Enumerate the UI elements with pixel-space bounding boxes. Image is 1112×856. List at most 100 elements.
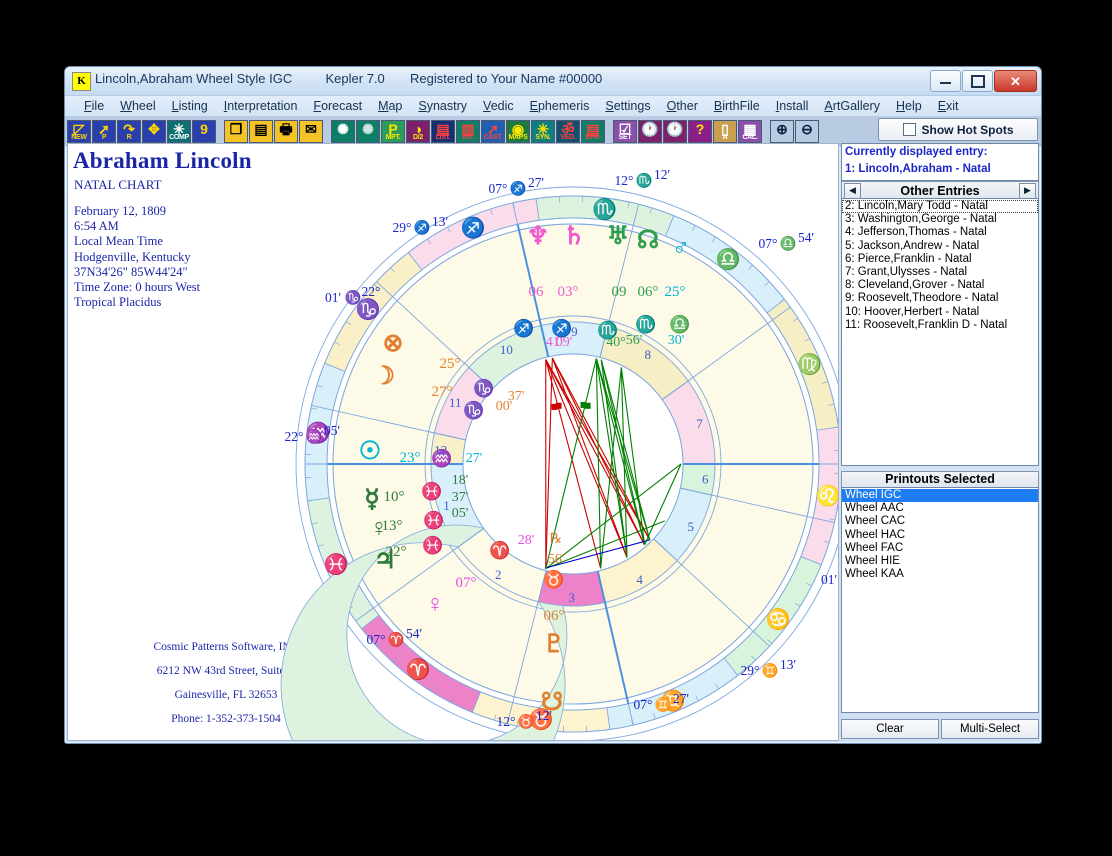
toolbar-composite-chart-button[interactable]: ✳COMP bbox=[167, 120, 191, 143]
menu-item-other[interactable]: Other bbox=[659, 98, 706, 114]
chart-pane[interactable]: Abraham Lincoln NATAL CHART February 12,… bbox=[67, 143, 839, 741]
zodiac-glyph-♍: ♍ bbox=[797, 352, 822, 376]
cusp-minutes: 05' bbox=[324, 423, 340, 438]
relationship-chart-icon: ✥ bbox=[143, 121, 165, 137]
list-item[interactable]: 2: Lincoln,Mary Todd - Natal bbox=[842, 200, 1038, 213]
toolbar-wheel-chart-2-button[interactable]: ✺ bbox=[356, 120, 380, 143]
toolbar-listing-button[interactable]: ▤LIST. bbox=[431, 120, 455, 143]
menu-item-interpretation[interactable]: Interpretation bbox=[216, 98, 306, 114]
planet-degree: 09 bbox=[612, 284, 627, 300]
toolbar-transits-button[interactable]: 🕐 bbox=[663, 120, 687, 143]
toolbar-vedic-button[interactable]: ॐVED. bbox=[556, 120, 580, 143]
toolbar-open-window-button[interactable]: ❐ bbox=[224, 120, 248, 143]
list-item[interactable]: Wheel IGC bbox=[842, 489, 1038, 502]
toolbar-forecast-cast-button[interactable]: ➚CAST. bbox=[481, 120, 505, 143]
list-item[interactable]: 8: Cleveland,Grover - Natal bbox=[842, 279, 1038, 292]
planet-minutes: 27' bbox=[466, 451, 483, 466]
scroll-left-button[interactable]: ◀ bbox=[844, 183, 861, 199]
list-item[interactable]: Wheel HIE bbox=[842, 555, 1038, 568]
toolbar-maps-button[interactable]: ◉MAPS bbox=[506, 120, 530, 143]
list-item[interactable]: 6: Pierce,Franklin - Natal bbox=[842, 253, 1038, 266]
multi-select-button[interactable]: Multi-Select bbox=[941, 719, 1039, 739]
menu-item-listing[interactable]: Listing bbox=[164, 98, 216, 114]
toolbar-new-chart-button[interactable]: ◸NEW bbox=[67, 120, 91, 143]
toolbar-calendar-button[interactable]: ▦CAL. bbox=[738, 120, 762, 143]
astrology-wheel[interactable]: ♈♉♊♋♌♍♎♏♐♑♒♓ 07°♐27'12°♏12'07°♎54'22°♌05… bbox=[68, 144, 838, 740]
menu-item-file[interactable]: File bbox=[76, 98, 112, 114]
clear-button[interactable]: Clear bbox=[841, 719, 939, 739]
list-item[interactable]: Wheel CAC bbox=[842, 515, 1038, 528]
toolbar-synastry-button[interactable]: ✳SYN. bbox=[531, 120, 555, 143]
menu-item-forecast[interactable]: Forecast bbox=[305, 98, 370, 114]
house-number: 5 bbox=[687, 519, 694, 534]
close-button[interactable]: ✕ bbox=[994, 70, 1037, 92]
menu-item-artgallery[interactable]: ArtGallery bbox=[816, 98, 888, 114]
toolbar-help-question-button[interactable]: ? bbox=[688, 120, 712, 143]
toolbar-email-chart-button[interactable]: ✉ bbox=[299, 120, 323, 143]
cusp-minutes: 12' bbox=[654, 167, 670, 182]
toolbar-zoom-in-button[interactable]: ⊕ bbox=[770, 120, 794, 143]
menu-item-settings[interactable]: Settings bbox=[597, 98, 658, 114]
toolbar-return-chart-button[interactable]: ↷R bbox=[117, 120, 141, 143]
menu-item-ephemeris[interactable]: Ephemeris bbox=[522, 98, 598, 114]
planet-glyph: ⊗ bbox=[383, 330, 404, 357]
window-body: Abraham Lincoln NATAL CHART February 12,… bbox=[67, 143, 1039, 741]
hot-spots-checkbox[interactable] bbox=[903, 123, 916, 136]
menu-item-birthfile[interactable]: BirthFile bbox=[706, 98, 768, 114]
list-item[interactable]: 5: Jackson,Andrew - Natal bbox=[842, 240, 1038, 253]
menu-item-install[interactable]: Install bbox=[768, 98, 817, 114]
toolbar-clock-button[interactable]: 🕐 bbox=[638, 120, 662, 143]
toolbar-relationship-chart-button[interactable]: ✥ bbox=[142, 120, 166, 143]
menu-item-wheel[interactable]: Wheel bbox=[112, 98, 163, 114]
toolbar-print-chart-button[interactable]: 🖶 bbox=[274, 120, 298, 143]
minimize-button[interactable] bbox=[930, 70, 961, 92]
planet-degree: 07° bbox=[456, 575, 477, 591]
toolbar-wheel-chart-button[interactable]: ✺ bbox=[331, 120, 355, 143]
menu-item-map[interactable]: Map bbox=[370, 98, 410, 114]
planet-glyph: ☊ bbox=[637, 227, 659, 254]
list-item[interactable]: 11: Roosevelt,Franklin D - Natal bbox=[842, 319, 1038, 332]
list-item[interactable]: 9: Roosevelt,Theodore - Natal bbox=[842, 292, 1038, 305]
toolbar-midpoint-listing-button[interactable]: PMPT. bbox=[381, 120, 405, 143]
planet-minutes: 18' bbox=[452, 473, 469, 488]
toolbar-zoom-out-button[interactable]: ⊖ bbox=[795, 120, 819, 143]
list-item[interactable]: Wheel AAC bbox=[842, 502, 1038, 515]
zodiac-glyph-♋: ♋ bbox=[766, 607, 791, 631]
planet-glyph: ♅ bbox=[607, 223, 629, 250]
list-item[interactable]: Wheel KAA bbox=[842, 568, 1038, 581]
toolbar-harmonic-chart-button[interactable]: 9 bbox=[192, 120, 216, 143]
side-pane: Currently displayed entry: 1: Lincoln,Ab… bbox=[841, 143, 1039, 741]
scroll-right-button[interactable]: ▶ bbox=[1019, 183, 1036, 199]
menu-item-exit[interactable]: Exit bbox=[930, 98, 967, 114]
list-item[interactable]: 4: Jefferson,Thomas - Natal bbox=[842, 226, 1038, 239]
list-item[interactable]: 3: Washington,George - Natal bbox=[842, 213, 1038, 226]
title-chart-name: Lincoln,Abraham Wheel Style IGC bbox=[95, 71, 292, 86]
printouts-list[interactable]: Wheel IGCWheel AACWheel CACWheel HACWhee… bbox=[841, 487, 1039, 713]
list-item[interactable]: 10: Hoover,Herbert - Natal bbox=[842, 306, 1038, 319]
toolbar-art-gallery-button[interactable]: ▯A bbox=[713, 120, 737, 143]
menu-item-help[interactable]: Help bbox=[888, 98, 930, 114]
list-item[interactable]: Wheel HAC bbox=[842, 529, 1038, 542]
toolbar-label: MPT. bbox=[385, 134, 402, 142]
toolbar-interpretation-button[interactable]: ▥INT. bbox=[456, 120, 480, 143]
menu-item-synastry[interactable]: Synastry bbox=[410, 98, 475, 114]
planet-degree: 10° bbox=[384, 489, 405, 505]
cusp-degrees: 07° bbox=[759, 236, 778, 251]
cusp-sign: ♐ bbox=[414, 219, 431, 235]
list-item[interactable]: Wheel FAC bbox=[842, 542, 1038, 555]
minimize-icon bbox=[940, 79, 951, 84]
cusp-degrees: 12° bbox=[615, 173, 634, 188]
toolbar-aspect-grid-button[interactable]: ◑D/2 bbox=[406, 120, 430, 143]
toolbar-ephemeris-button[interactable]: ▤EPH. bbox=[581, 120, 605, 143]
planet-minutes: 40° bbox=[606, 335, 626, 350]
cusp-minutes: 22° bbox=[362, 284, 381, 299]
toolbar-settings-button[interactable]: ☑SET bbox=[613, 120, 637, 143]
other-entries-list[interactable]: 2: Lincoln,Mary Todd - Natal3: Washingto… bbox=[841, 198, 1039, 466]
harmonic-chart-icon: 9 bbox=[193, 121, 215, 137]
maximize-button[interactable] bbox=[962, 70, 993, 92]
toolbar-progressed-chart-button[interactable]: ➚P bbox=[92, 120, 116, 143]
menu-item-vedic[interactable]: Vedic bbox=[475, 98, 522, 114]
list-item[interactable]: 7: Grant,Ulysses - Natal bbox=[842, 266, 1038, 279]
toolbar-save-chart-button[interactable]: ▤ bbox=[249, 120, 273, 143]
show-hot-spots-button[interactable]: Show Hot Spots bbox=[878, 118, 1038, 141]
